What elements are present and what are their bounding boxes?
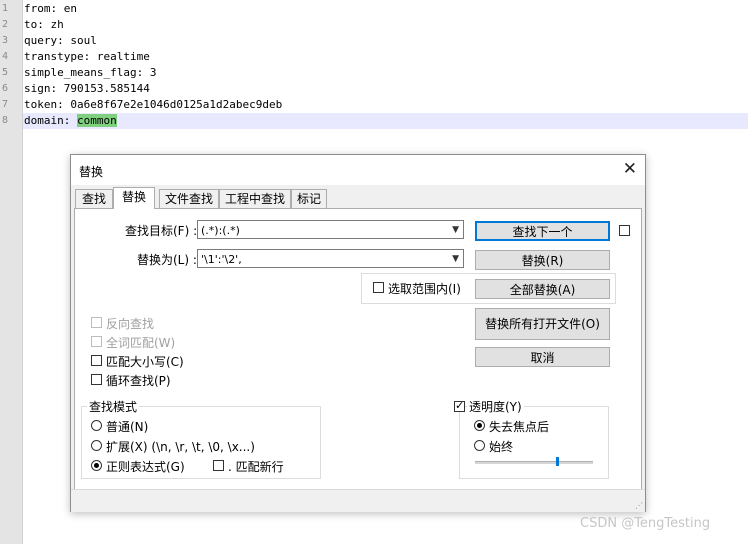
code-text-prefix: domain: bbox=[24, 114, 77, 127]
current-line-highlight bbox=[23, 113, 748, 129]
wrap-around-checkbox[interactable] bbox=[91, 374, 102, 385]
dialog-statusbar: ⋰ bbox=[71, 489, 645, 512]
line-number: 1 bbox=[1, 3, 8, 14]
code-text: sign: 790153.585144 bbox=[24, 82, 150, 95]
code-text: transtype: realtime bbox=[24, 50, 150, 63]
code-text: token: 0a6e8f67e2e1046d0125a1d2abec9deb bbox=[24, 98, 283, 111]
find-label: 查找目标(F) : bbox=[125, 224, 198, 238]
watermark: CSDN @TengTesting bbox=[580, 516, 711, 531]
transparency-always-radio[interactable] bbox=[474, 440, 485, 451]
find-combobox[interactable]: (.*):(.*) ▼ bbox=[197, 220, 464, 239]
mode-normal-label: 普通(N) bbox=[106, 420, 149, 434]
chevron-down-icon[interactable]: ▼ bbox=[452, 221, 459, 240]
tab-find-in-project[interactable]: 工程中查找 bbox=[219, 189, 291, 208]
replace-input-value: '\1':'\2', bbox=[201, 253, 242, 266]
tab-replace[interactable]: 替换 bbox=[113, 187, 155, 209]
backward-label: 反向查找 bbox=[106, 317, 155, 331]
replace-all-open-files-button[interactable]: 替换所有打开文件(O) bbox=[475, 308, 610, 340]
replace-tab-panel: 查找目标(F) : (.*):(.*) ▼ 替换为(L) : '\1':'\2'… bbox=[74, 208, 642, 490]
dot-newline-checkbox[interactable] bbox=[213, 460, 224, 471]
mode-regex-label: 正则表达式(G) bbox=[106, 460, 185, 474]
line-number: 4 bbox=[1, 51, 8, 62]
mode-normal-radio[interactable] bbox=[91, 420, 102, 431]
transparency-slider-thumb[interactable] bbox=[556, 457, 560, 466]
code-text: simple_means_flag: 3 bbox=[24, 66, 157, 79]
chevron-down-icon[interactable]: ▼ bbox=[452, 250, 459, 269]
find-input-value: (.*):(.*) bbox=[201, 224, 240, 237]
backward-checkbox[interactable] bbox=[91, 317, 102, 328]
whole-word-checkbox[interactable] bbox=[91, 336, 102, 347]
line-number: 3 bbox=[1, 35, 8, 46]
replace-combobox[interactable]: '\1':'\2', ▼ bbox=[197, 249, 464, 268]
transparency-slider-track[interactable] bbox=[475, 461, 593, 464]
cancel-button[interactable]: 取消 bbox=[475, 347, 610, 367]
code-text: query: soul bbox=[24, 34, 97, 47]
tab-mark[interactable]: 标记 bbox=[291, 189, 327, 208]
find-next-button[interactable]: 查找下一个 bbox=[475, 221, 610, 241]
resize-grip-icon[interactable]: ⋰ bbox=[635, 501, 643, 510]
line-number: 5 bbox=[1, 67, 8, 78]
close-icon[interactable]: ✕ bbox=[623, 159, 637, 179]
replace-button[interactable]: 替换(R) bbox=[475, 250, 610, 270]
match-case-checkbox[interactable] bbox=[91, 355, 102, 366]
line-number: 8 bbox=[1, 115, 8, 126]
search-mode-title: 查找模式 bbox=[87, 398, 140, 415]
code-text: to: zh bbox=[24, 18, 64, 31]
selection-highlight: common bbox=[76, 114, 117, 127]
replace-all-button[interactable]: 全部替换(A) bbox=[475, 279, 610, 299]
mode-regex-radio[interactable] bbox=[91, 460, 102, 471]
mode-extended-label: 扩展(X) (\n, \r, \t, \0, \x...) bbox=[106, 440, 255, 454]
dialog-titlebar[interactable]: 替换 ✕ bbox=[71, 155, 645, 185]
whole-word-label: 全词匹配(W) bbox=[106, 336, 176, 350]
transparency-lose-focus-label: 失去焦点后 bbox=[489, 420, 550, 434]
line-number-gutter bbox=[0, 0, 23, 544]
in-selection-checkbox[interactable] bbox=[373, 282, 384, 293]
replace-label: 替换为(L) : bbox=[137, 253, 197, 267]
find-next-extra-checkbox[interactable] bbox=[619, 225, 630, 236]
dialog-title: 替换 bbox=[79, 165, 104, 179]
code-text: domain: common bbox=[24, 113, 117, 129]
transparency-always-label: 始终 bbox=[489, 440, 514, 454]
transparency-title: 透明度(Y) bbox=[467, 398, 524, 415]
wrap-around-label: 循环查找(P) bbox=[106, 374, 171, 388]
line-number: 7 bbox=[1, 99, 8, 110]
match-case-label: 匹配大小写(C) bbox=[106, 355, 184, 369]
transparency-checkbox[interactable] bbox=[454, 399, 465, 412]
in-selection-label: 选取范围内(I) bbox=[388, 282, 461, 296]
code-text: from: en bbox=[24, 2, 77, 15]
tab-find-in-files[interactable]: 文件查找 bbox=[159, 189, 219, 208]
line-number: 6 bbox=[1, 83, 8, 94]
transparency-lose-focus-radio[interactable] bbox=[474, 420, 485, 431]
replace-dialog: 替换 ✕ 查找 替换 文件查找 工程中查找 标记 查找目标(F) : (.*):… bbox=[70, 154, 646, 512]
tab-find[interactable]: 查找 bbox=[75, 189, 113, 208]
line-number: 2 bbox=[1, 19, 8, 30]
dot-newline-label: . 匹配新行 bbox=[228, 460, 284, 474]
mode-extended-radio[interactable] bbox=[91, 440, 102, 451]
